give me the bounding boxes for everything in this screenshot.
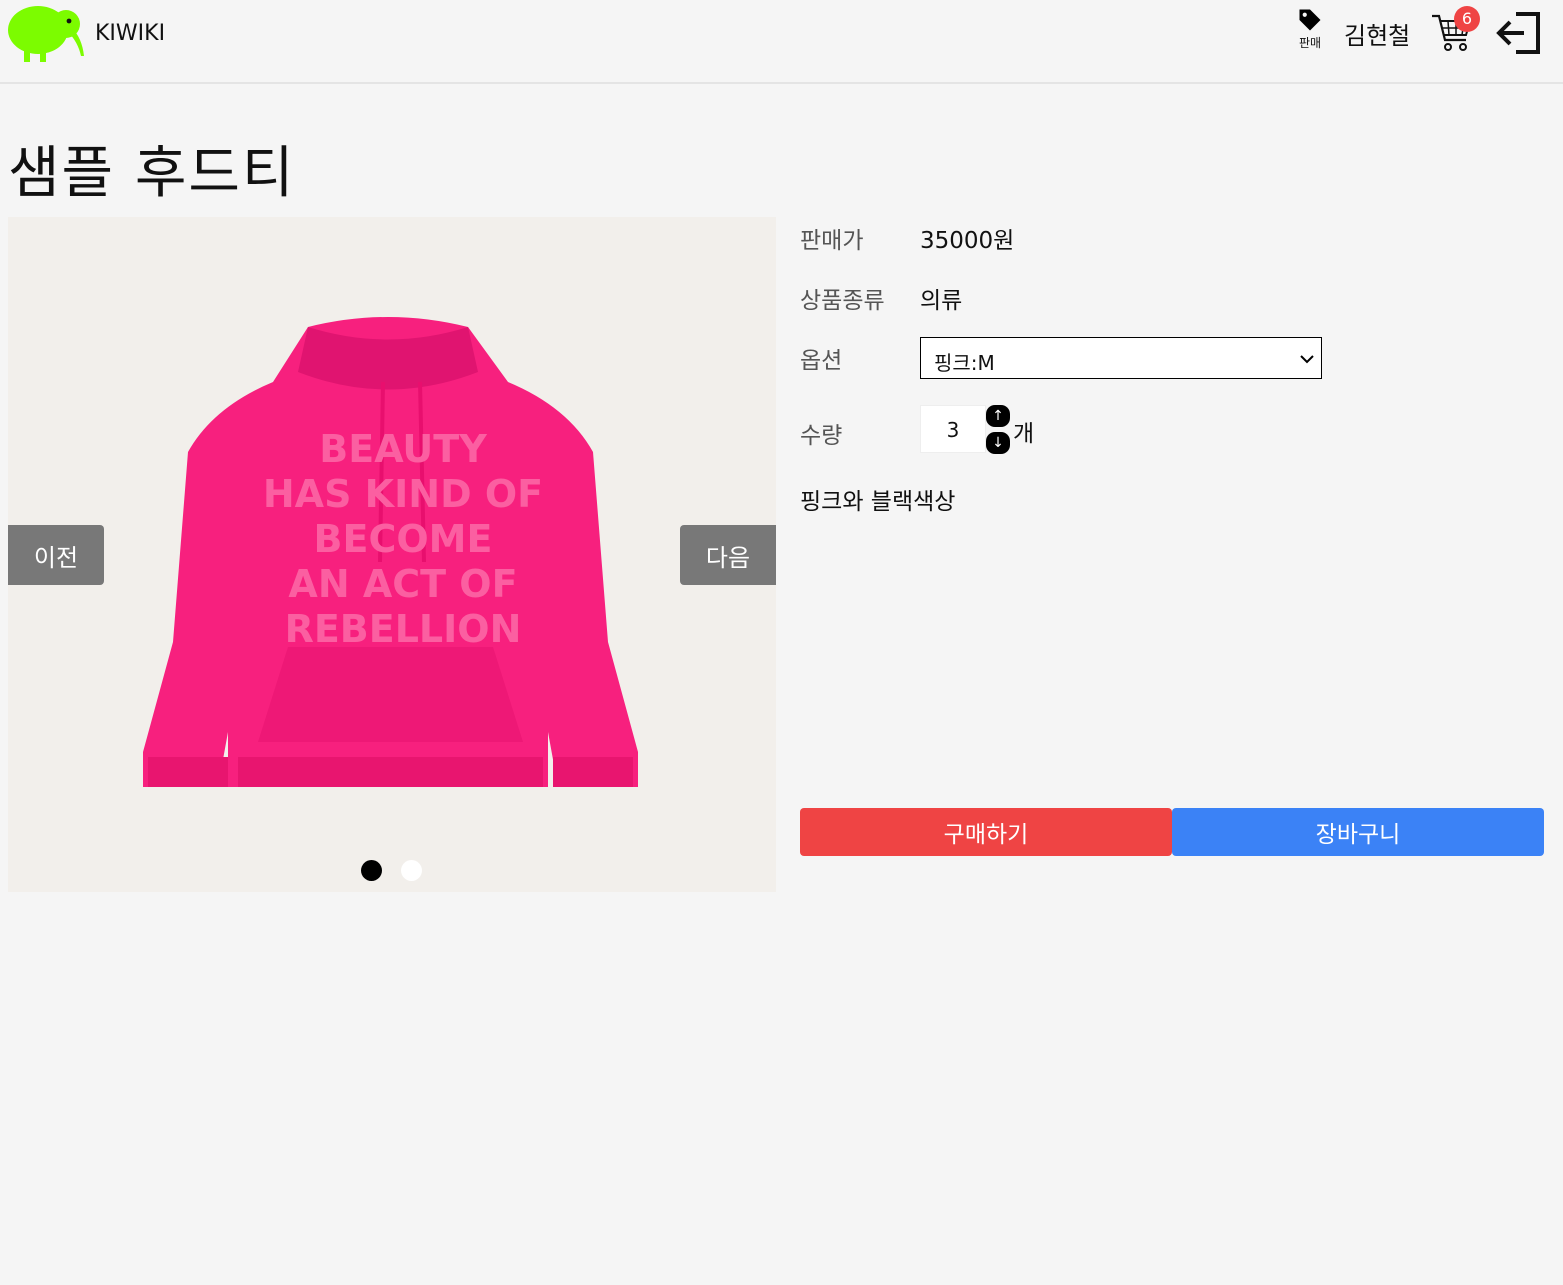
- cart-count-badge: 6: [1454, 6, 1480, 32]
- price-value: 35000원: [920, 228, 1015, 254]
- prev-image-button[interactable]: 이전: [8, 525, 104, 585]
- sell-link[interactable]: 판매: [1292, 6, 1328, 56]
- hoodie-print-line: REBELLION: [285, 607, 522, 651]
- hoodie-print-line: BECOME: [314, 517, 493, 561]
- category-label: 상품종류: [800, 288, 885, 314]
- option-label: 옵션: [800, 348, 843, 374]
- price-label: 판매가: [800, 228, 864, 254]
- hoodie-print-line: HAS KIND OF: [263, 472, 543, 516]
- add-to-cart-button[interactable]: 장바구니: [1172, 808, 1544, 856]
- chevron-down-icon: [1300, 355, 1314, 364]
- option-selected-value: 핑크:M: [934, 351, 995, 375]
- product-title: 샘플 후드티: [8, 141, 296, 206]
- quantity-decrease-icon[interactable]: ↓: [986, 432, 1010, 454]
- image-carousel: BEAUTY HAS KIND OF BECOME AN ACT OF REBE…: [8, 217, 776, 892]
- carousel-dot-1[interactable]: [361, 860, 382, 881]
- cart-link[interactable]: 6: [1430, 6, 1480, 54]
- next-image-button[interactable]: 다음: [680, 525, 776, 585]
- username[interactable]: 김현철: [1344, 16, 1410, 51]
- tag-icon: [1299, 9, 1321, 31]
- category-value: 의류: [920, 288, 963, 314]
- quantity-label: 수량: [800, 423, 843, 449]
- quantity-input[interactable]: 3: [920, 405, 986, 453]
- brand-name[interactable]: KIWIKI: [95, 21, 165, 46]
- product-image: BEAUTY HAS KIND OF BECOME AN ACT OF REBE…: [143, 317, 638, 787]
- top-nav: KIWIKI 판매 김현철 6: [0, 0, 1563, 84]
- hoodie-print-line: AN ACT OF: [288, 562, 517, 606]
- buy-button[interactable]: 구매하기: [800, 808, 1172, 856]
- product-description: 핑크와 블랙색상: [800, 489, 956, 515]
- carousel-dot-2[interactable]: [401, 860, 422, 881]
- quantity-unit: 개: [1013, 421, 1035, 447]
- option-select[interactable]: 핑크:M: [920, 337, 1322, 379]
- sell-label: 판매: [1298, 36, 1322, 50]
- logout-icon[interactable]: [1494, 10, 1544, 56]
- quantity-increase-icon[interactable]: ↑: [986, 405, 1010, 427]
- hoodie-print-line: BEAUTY: [319, 427, 487, 471]
- kiwi-logo-icon[interactable]: [6, 2, 86, 64]
